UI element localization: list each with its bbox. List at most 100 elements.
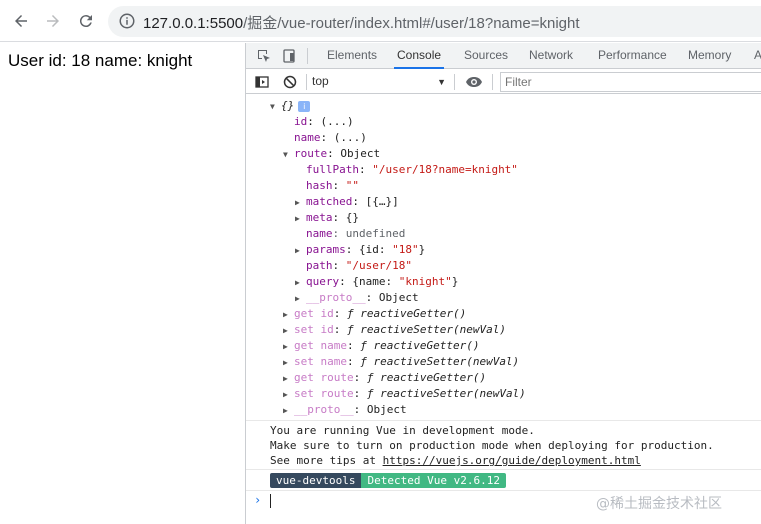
prop-value: "/user/18?name=knight" bbox=[372, 163, 518, 176]
user-info-text: User id: 18 name: knight bbox=[8, 51, 193, 70]
context-selector[interactable]: top ▼ bbox=[312, 74, 446, 90]
info-icon[interactable] bbox=[118, 12, 136, 30]
tab-sources[interactable]: Sources bbox=[461, 43, 511, 69]
forward-button[interactable] bbox=[42, 10, 64, 32]
function-glyph: ƒ bbox=[366, 371, 374, 384]
tab-performance[interactable]: Performance bbox=[595, 43, 670, 69]
prop-name[interactable]: name: (...) bbox=[294, 130, 367, 146]
prop-value: "/user/18" bbox=[345, 259, 412, 272]
clear-console-button[interactable] bbox=[280, 72, 300, 92]
prop-value: : {} bbox=[332, 211, 360, 224]
tab-console[interactable]: Console bbox=[394, 43, 445, 69]
prop-key: get id bbox=[294, 307, 334, 320]
object-root[interactable]: ▼ {} i bbox=[270, 98, 311, 114]
prop-matched[interactable]: ▶ matched: [{…}] bbox=[295, 194, 399, 210]
prop-key: matched bbox=[306, 195, 353, 208]
collapsed-triangle-icon: ▶ bbox=[283, 358, 288, 367]
tab-elements[interactable]: Elements bbox=[324, 43, 380, 69]
prop-route-proto[interactable]: ▶ __proto__: Object bbox=[295, 290, 419, 306]
collapsed-triangle-icon: ▶ bbox=[295, 198, 300, 207]
prop-value: : (...) bbox=[320, 131, 367, 144]
sidebar-toggle-button[interactable] bbox=[252, 72, 272, 92]
getter-name[interactable]: ▶ get name: ƒ reactiveGetter() bbox=[283, 338, 479, 354]
tab-network[interactable]: Network bbox=[526, 43, 576, 69]
function-glyph: ƒ bbox=[360, 355, 367, 368]
prop-value: "" bbox=[345, 179, 359, 192]
setter-name[interactable]: ▶ set name: ƒ reactiveSetter(newVal) bbox=[283, 354, 519, 370]
prop-key: __proto__ bbox=[294, 403, 354, 416]
prop-key: path bbox=[306, 259, 333, 272]
prop-key: __proto__ bbox=[306, 291, 366, 304]
colon: : bbox=[333, 323, 347, 336]
prop-value: : Object bbox=[365, 291, 419, 304]
collapsed-triangle-icon: ▶ bbox=[283, 310, 288, 319]
prop-hash[interactable]: hash: "" bbox=[306, 178, 359, 194]
url-path: /掘金/vue-router/index.html#/user/18?name=… bbox=[243, 15, 580, 32]
prop-key: route bbox=[294, 147, 328, 160]
function-glyph: ƒ bbox=[360, 339, 367, 352]
colon: : bbox=[346, 339, 361, 352]
function-glyph: ƒ bbox=[347, 323, 354, 336]
prop-value: : (...) bbox=[307, 115, 354, 128]
tab-memory[interactable]: Memory bbox=[685, 43, 734, 69]
prop-key: get route bbox=[294, 371, 354, 384]
prop-value: reactiveSetter(newVal) bbox=[373, 355, 520, 368]
colon: : bbox=[358, 163, 373, 176]
prop-value: : [{…}] bbox=[352, 195, 399, 208]
console-divider bbox=[246, 490, 761, 491]
root-proto[interactable]: ▶ __proto__: Object bbox=[283, 402, 407, 418]
prop-value: reactiveSetter(newVal) bbox=[360, 323, 506, 336]
prop-params[interactable]: ▶ params: {id: "18"} bbox=[295, 242, 425, 258]
console-filterbar: top ▼ bbox=[246, 70, 761, 94]
devtools-tabbar: Elements Console Sources Network Perform… bbox=[246, 43, 761, 69]
prop-value: : Object bbox=[327, 147, 381, 160]
prop-value-string: "18" bbox=[392, 243, 419, 256]
reload-button[interactable] bbox=[75, 10, 97, 32]
sidebar-icon bbox=[255, 76, 269, 88]
getter-id[interactable]: ▶ get id: ƒ reactiveGetter() bbox=[283, 306, 466, 322]
collapsed-triangle-icon: ▶ bbox=[283, 342, 288, 351]
triangle-down-icon: ▼ bbox=[437, 77, 446, 87]
setter-route[interactable]: ▶ set route: ƒ reactiveSetter(newVal) bbox=[283, 386, 526, 402]
prop-path[interactable]: path: "/user/18" bbox=[306, 258, 412, 274]
filter-separator bbox=[306, 74, 307, 90]
arrow-right-icon bbox=[47, 15, 59, 27]
badge-detected-vue: Detected Vue v2.6.12 bbox=[361, 473, 506, 488]
inspect-element-button[interactable] bbox=[254, 46, 274, 66]
deployment-link[interactable]: https://vuejs.org/guide/deployment.html bbox=[383, 454, 641, 467]
collapsed-triangle-icon: ▶ bbox=[283, 390, 288, 399]
collapsed-triangle-icon: ▶ bbox=[295, 246, 300, 255]
badge-vue-devtools: vue-devtools bbox=[270, 473, 362, 488]
prop-value: : undefined bbox=[332, 227, 406, 240]
setter-id[interactable]: ▶ set id: ƒ reactiveSetter(newVal) bbox=[283, 322, 506, 338]
getter-route[interactable]: ▶ get route: ƒ reactiveGetter() bbox=[283, 370, 486, 386]
prop-fullpath[interactable]: fullPath: "/user/18?name=knight" bbox=[306, 162, 518, 178]
tab-more[interactable]: A bbox=[751, 43, 761, 69]
device-icon bbox=[283, 49, 295, 63]
prop-value: } bbox=[418, 243, 426, 256]
inspect-icon bbox=[258, 50, 270, 62]
address-bar[interactable]: 127.0.0.1:5500/掘金/vue-router/index.html#… bbox=[108, 6, 761, 37]
filter-separator bbox=[454, 74, 455, 90]
prop-route-name[interactable]: name: undefined bbox=[306, 226, 405, 242]
colon: : bbox=[353, 371, 367, 384]
prop-route[interactable]: ▼ route: Object bbox=[283, 146, 380, 162]
back-button[interactable] bbox=[10, 10, 32, 32]
colon: : bbox=[353, 387, 367, 400]
prop-id[interactable]: id: (...) bbox=[294, 114, 354, 130]
filter-input[interactable] bbox=[500, 72, 761, 92]
colon: : bbox=[333, 307, 347, 320]
console-input[interactable] bbox=[270, 494, 271, 508]
context-label: top bbox=[312, 74, 329, 88]
prop-key: name bbox=[306, 227, 333, 240]
arrow-left-icon bbox=[15, 15, 27, 27]
prop-query[interactable]: ▶ query: {name: "knight"} bbox=[295, 274, 458, 290]
prop-meta[interactable]: ▶ meta: {} bbox=[295, 210, 359, 226]
prop-key: fullPath bbox=[306, 163, 359, 176]
browser-toolbar: 127.0.0.1:5500/掘金/vue-router/index.html#… bbox=[0, 0, 761, 42]
device-toolbar-button[interactable] bbox=[279, 46, 299, 66]
devtools-panel: Elements Console Sources Network Perform… bbox=[245, 43, 761, 524]
live-expression-button[interactable] bbox=[464, 72, 484, 92]
object-brace: {} bbox=[281, 99, 295, 112]
collapsed-triangle-icon: ▶ bbox=[295, 214, 300, 223]
